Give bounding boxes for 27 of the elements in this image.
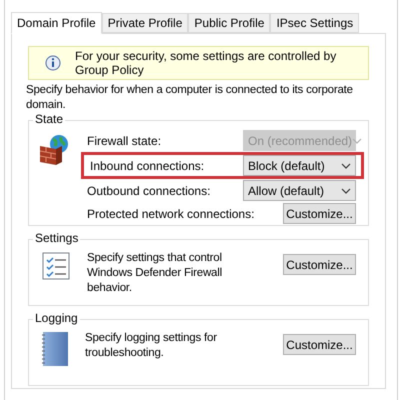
- dropdown[interactable]: Block (default): [243, 155, 356, 176]
- tab[interactable]: Public Profile: [188, 13, 270, 33]
- brick-wall-globe-icon: [37, 133, 71, 167]
- info-icon: [45, 55, 61, 71]
- group-title: Logging: [33, 311, 80, 325]
- checklist-icon: [41, 251, 71, 281]
- chevron-icon: [341, 162, 351, 168]
- tab[interactable]: Private Profile: [102, 13, 188, 33]
- chevron-icon: [352, 138, 362, 144]
- group-description: Specify settings that control Windows Defender Firewall behavior.: [87, 251, 223, 296]
- field-label: Firewall state:: [87, 132, 162, 150]
- chevron-icon: [341, 188, 351, 194]
- description-text: Specify behavior for when a computer is connected to its corporate domain.: [26, 83, 354, 113]
- customize-button[interactable]: Customize...: [283, 254, 356, 275]
- dropdown[interactable]: Allow (default): [243, 180, 356, 201]
- notebook-icon: [41, 331, 69, 367]
- customize-button[interactable]: Customize...: [283, 203, 356, 224]
- tab[interactable]: IPsec Settings: [270, 13, 360, 33]
- tab[interactable]: Domain Profile: [11, 12, 102, 34]
- field-label: Inbound connections:: [90, 158, 206, 174]
- customize-button[interactable]: Customize...: [283, 334, 356, 355]
- banner-text: For your security, some settings are controlled by Group Policy: [75, 49, 338, 77]
- field-label: Outbound connections:: [87, 182, 212, 200]
- group-title: State: [33, 112, 66, 126]
- group-title: Settings: [33, 231, 80, 245]
- field-label: Protected network connections:: [87, 206, 256, 222]
- group-description: Specify logging settings for troubleshooting.: [85, 331, 218, 361]
